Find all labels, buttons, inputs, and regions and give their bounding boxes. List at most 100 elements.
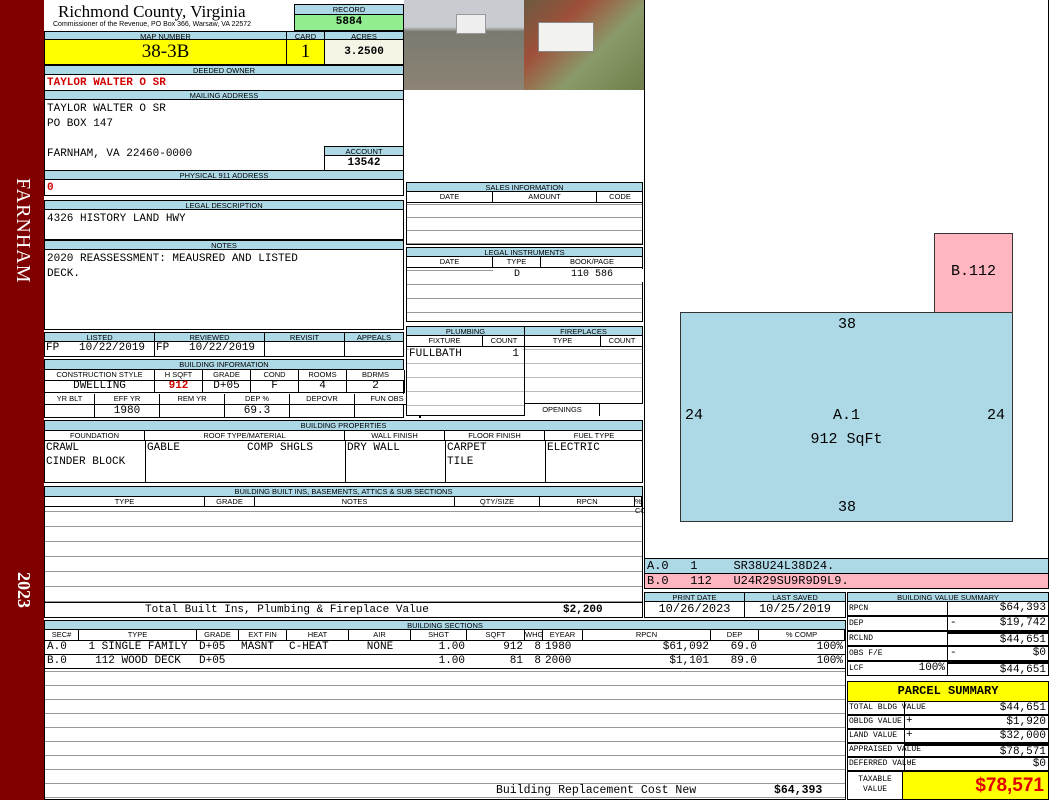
builtins-total-row: Total Built Ins, Plumbing & Fireplace Va…: [44, 602, 643, 618]
section-b-label: B.112: [950, 263, 996, 280]
sketch-section-b[interactable]: B.112: [934, 233, 1013, 313]
value-summary-amount: $44,651: [947, 631, 1049, 646]
section-cell: MASNT: [241, 641, 275, 653]
section-cell: 81: [509, 655, 523, 667]
value-summary-sign: -: [950, 617, 957, 629]
bi-value: 2: [347, 381, 405, 393]
builtins-total-label: Total Built Ins, Plumbing & Fireplace Va…: [145, 604, 429, 616]
section-cell: 1 SINGLE FAMILY: [88, 641, 188, 653]
listed-value: FP 10/22/2019: [44, 341, 155, 357]
dim-bottom: 38: [838, 499, 857, 516]
fireplaces-col-type: TYPE: [525, 336, 601, 346]
section-col-header: TYPE: [79, 630, 197, 641]
property-photo-1[interactable]: [404, 0, 524, 90]
legend-b-sec: B.0: [647, 574, 669, 588]
bi-value: [290, 405, 355, 418]
col-foundation: FOUNDATION: [45, 431, 145, 440]
floor-finish-1: CARPET: [447, 442, 487, 454]
value-summary-table: RPCN $64,393 DEP $19,742- RCLND $44,651 OBS F/…: [847, 601, 1049, 676]
section-col-header: SQFT: [467, 630, 525, 641]
legal-description: 4326 HISTORY LAND HWY: [44, 209, 404, 240]
value-summary-amount: $44,651: [947, 661, 1049, 676]
section-col-header: WHGT: [525, 630, 548, 641]
physical-address: 0: [44, 179, 404, 196]
sales-table: DATE AMOUNT CODE: [406, 191, 643, 245]
bi-value: 69.3: [225, 405, 290, 418]
plumbing-count: 1: [483, 348, 519, 362]
value-summary-sign: -: [950, 647, 957, 659]
section-cell: NONE: [366, 641, 394, 653]
section-row[interactable]: B.0 112 WOOD DECK D+05 1.00 81 8 2000 $1,101 89.…: [45, 655, 845, 669]
value-summary-amount: $19,742: [947, 616, 1049, 631]
fireplaces-table: TYPE COUNT OPENINGS: [524, 335, 643, 416]
sketch-area[interactable]: B.112 A.1 912 SqFt 38 38 24 24: [644, 0, 1049, 559]
value-summary-pct: [907, 616, 947, 631]
section-cell: 1.00: [438, 655, 465, 667]
section-col-header: AIR: [349, 630, 411, 641]
value-summary-sign: [950, 661, 962, 676]
section-cell: 69.0: [730, 641, 757, 653]
account-number: 13542: [324, 155, 404, 171]
legend-a-code: 1: [690, 559, 698, 573]
section-col-header: RPCN: [583, 630, 711, 641]
section-cell: 912: [503, 641, 523, 653]
parcel-summary-sign: +: [906, 715, 913, 727]
mailing-line-2: PO BOX 147: [47, 118, 114, 130]
fuel-type: ELECTRIC: [547, 442, 600, 454]
parcel-summary-amount: $32,000: [904, 729, 1049, 743]
building-info-table: CONSTRUCTION STYLE DWELLING H SQFT 912 GRADE…: [44, 369, 438, 418]
properties-table: FOUNDATION ROOF TYPE/MATERIAL WALL FINIS…: [44, 430, 643, 483]
county-title: Richmond County, Virginia: [58, 2, 246, 21]
builtins-col-header: NOTES: [255, 497, 455, 506]
bi-header: DEPOVR: [290, 394, 355, 405]
section-cell: 1.00: [438, 641, 465, 653]
builtins-col-header: QTY/SIZE: [455, 497, 540, 506]
bi-value: F: [251, 381, 299, 393]
parcel-summary-sign: -: [906, 757, 913, 769]
bi-header: YR BLT: [45, 394, 95, 405]
replacement-cost-label: Building Replacement Cost New: [496, 784, 697, 797]
parcel-summary-sign: +: [906, 729, 913, 741]
parcel-summary-label: LAND VALUE: [847, 729, 905, 743]
plumbing-table: FIXTURE COUNT FULLBATH 1: [406, 335, 525, 416]
town-name: FARNHAM: [12, 178, 34, 284]
office-address: Commissioner of the Revenue, PO Box 366,…: [53, 21, 252, 28]
mailing-line-3: FARNHAM, VA 22460-0000: [47, 148, 193, 160]
taxable-value: $78,571: [902, 771, 1049, 800]
section-cell: D+05: [199, 655, 226, 667]
instruments-col-date: DATE: [407, 257, 493, 267]
floor-finish-2: TILE: [447, 456, 474, 468]
section-cell: $61,092: [662, 641, 709, 653]
deeded-owner: TAYLOR WALTER O SR: [44, 74, 404, 91]
bi-value: [45, 405, 95, 418]
dim-left: 24: [685, 407, 704, 424]
instruments-table: DATE TYPE BOOK/PAGE D 110 586: [406, 256, 643, 322]
sections-table: SEC# TYPE GRADE EXT FIN HEAT AIR SHGT SQFT WHGT E…: [44, 629, 846, 800]
instrument-type: D: [493, 269, 541, 282]
parcel-summary-label: APPRAISED VALUE: [847, 743, 921, 757]
sketch-legend-a: A.0 1 SR38U24L38D24.: [644, 558, 1049, 574]
section-cell: 112 WOOD DECK: [95, 655, 181, 667]
section-cell: 8: [534, 655, 541, 667]
section-col-header: GRADE: [197, 630, 239, 641]
section-cell: C-HEAT: [289, 641, 329, 653]
property-photo-2[interactable]: [524, 0, 644, 90]
legend-b-code: 112: [690, 574, 712, 588]
parcel-summary-amount: $1,920: [904, 715, 1049, 729]
roof-type: GABLE: [147, 442, 181, 454]
parcel-summary-amount: $44,651: [904, 701, 1049, 715]
sidebar: FARNHAM 2023: [0, 0, 44, 800]
sketch-section-a[interactable]: A.1 912 SqFt 38 38 24 24: [680, 312, 1013, 522]
parcel-summary-label: PARCEL SUMMARY: [847, 681, 1049, 702]
taxable-value-label: TAXABLE VALUE: [847, 771, 903, 800]
section-row[interactable]: A.0 1 SINGLE FAMILY D+05 MASNT C-HEAT NONE 1.0…: [45, 641, 845, 655]
section-cell: 100%: [816, 655, 843, 667]
section-col-header: DEP: [711, 630, 759, 641]
parcel-summary-label: DEFERRED VALUE: [847, 757, 916, 771]
value-summary-sign: [950, 601, 962, 616]
value-summary-amount: $64,393: [947, 601, 1049, 616]
bi-header: DEP %: [225, 394, 290, 405]
notes: 2020 REASSESSMENT: MEAUSRED AND LISTED D…: [44, 249, 404, 330]
sales-col-code: CODE: [609, 192, 631, 201]
builtins-table: TYPEGRADENOTESQTY/SIZERPCN% COMP: [44, 496, 658, 603]
